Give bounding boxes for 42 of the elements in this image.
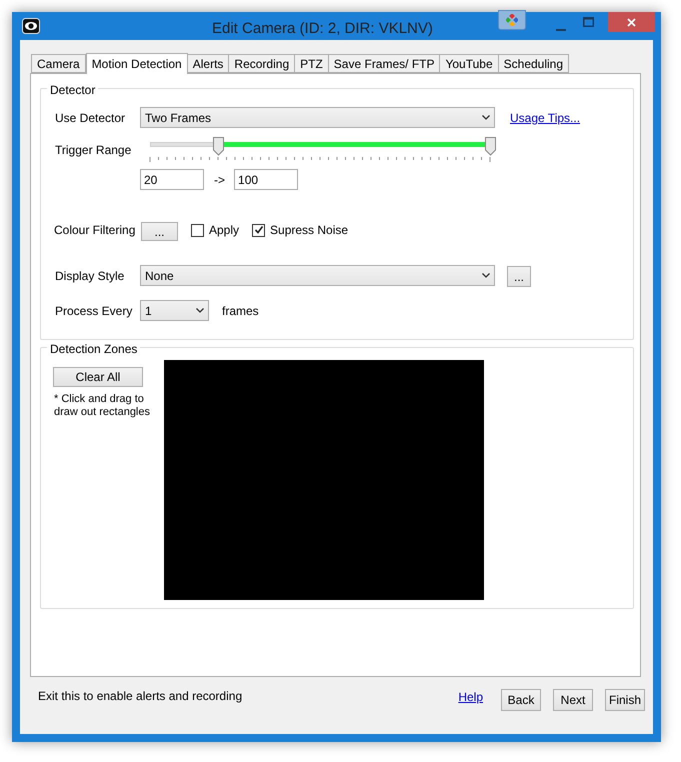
tab[interactable]: Save Frames/ FTP bbox=[328, 54, 440, 73]
field-label: Trigger Range bbox=[55, 142, 132, 159]
button[interactable]: ... bbox=[507, 266, 531, 287]
checkbox-label: Supress Noise bbox=[270, 222, 348, 239]
maximize-icon[interactable] bbox=[583, 17, 594, 27]
arrow-text: -> bbox=[214, 172, 226, 188]
input-field[interactable]: 20 bbox=[140, 169, 204, 190]
tab[interactable]: Recording bbox=[228, 54, 296, 73]
help-link[interactable]: Help bbox=[458, 688, 483, 706]
grid-icon[interactable] bbox=[498, 10, 526, 30]
tab[interactable]: PTZ bbox=[294, 54, 329, 73]
status-message: Exit this to enable alerts and recording bbox=[38, 688, 242, 705]
dropdown[interactable]: 1 bbox=[140, 300, 209, 321]
checkbox[interactable] bbox=[191, 224, 204, 236]
eye-icon bbox=[22, 18, 40, 34]
tab[interactable]: YouTube bbox=[439, 54, 499, 73]
slider-thumb[interactable] bbox=[485, 137, 496, 156]
dropdown[interactable]: None bbox=[140, 265, 495, 286]
tab[interactable]: Camera bbox=[31, 54, 86, 73]
hint-text: * Click and drag to draw out rectangles bbox=[54, 393, 151, 419]
checkbox-label: Apply bbox=[209, 222, 240, 239]
close-button[interactable] bbox=[608, 12, 655, 32]
button[interactable]: Next bbox=[553, 689, 593, 711]
button[interactable]: Finish bbox=[605, 689, 645, 711]
button[interactable]: Back bbox=[501, 689, 541, 711]
field-label: Colour Filtering bbox=[54, 222, 136, 239]
link[interactable]: Usage Tips... bbox=[510, 108, 580, 126]
window-title: Edit Camera (ID: 2, DIR: VKLNV) bbox=[212, 19, 433, 39]
tab[interactable]: Motion Detection bbox=[86, 53, 188, 74]
field-label: Use Detector bbox=[55, 110, 126, 126]
button[interactable]: ... bbox=[141, 222, 178, 241]
slider-thumb[interactable] bbox=[213, 137, 224, 156]
field-label: Process Every bbox=[55, 302, 134, 320]
close-icon bbox=[627, 18, 636, 26]
dropdown[interactable]: Two Frames bbox=[140, 107, 495, 128]
button[interactable]: Clear All bbox=[53, 367, 143, 387]
field-label: Display Style bbox=[55, 268, 126, 284]
unit-label: frames bbox=[222, 302, 259, 320]
checkbox[interactable] bbox=[252, 224, 266, 236]
input-field[interactable]: 100 bbox=[234, 169, 298, 190]
tab[interactable]: Scheduling bbox=[498, 54, 570, 73]
tab[interactable]: Alerts bbox=[186, 54, 230, 73]
